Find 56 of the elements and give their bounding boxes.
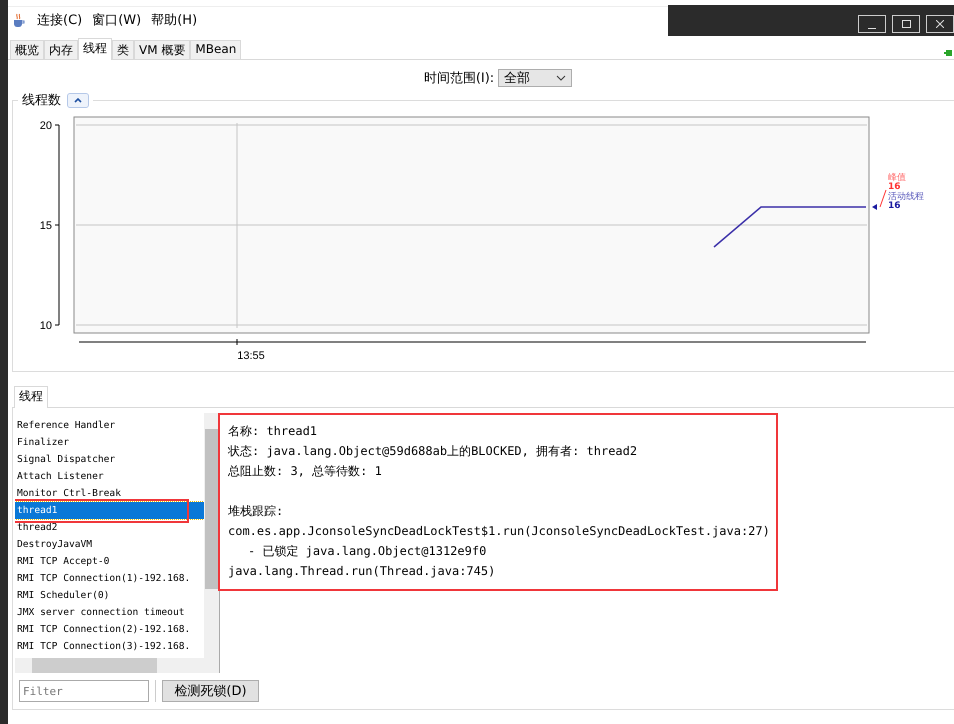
tab[interactable]: MBean xyxy=(190,40,242,59)
legend-label: 峰值 xyxy=(888,173,906,183)
tab[interactable]: 类 xyxy=(112,40,134,59)
x-tick-label: 13:55 xyxy=(237,350,265,362)
detail-line: 名称: thread1 xyxy=(228,423,318,440)
thread-list-item[interactable]: RMI Scheduler(0) xyxy=(15,587,204,604)
leader-line xyxy=(880,190,886,208)
thread-list-item[interactable]: RMI TCP Connection(1)-192.168. xyxy=(15,570,204,587)
marker-icon xyxy=(872,204,877,210)
menu-item[interactable]: 帮助(H) xyxy=(151,11,198,29)
menu-item[interactable]: 窗口(W) xyxy=(92,11,142,29)
detail-line: 总阻止数: 3, 总等待数: 1 xyxy=(228,463,383,480)
thread-list-item[interactable]: Signal Dispatcher xyxy=(15,451,204,468)
y-tick-label: 20 xyxy=(40,120,52,132)
y-tick-label: 10 xyxy=(40,320,52,332)
thread-list-item[interactable]: DestroyJavaVM xyxy=(15,536,204,553)
detect-deadlock-button[interactable]: 检测死锁(D) xyxy=(162,680,259,702)
tab[interactable]: 线程 xyxy=(78,38,112,60)
tab[interactable]: VM 概要 xyxy=(134,40,190,59)
stack-frame: java.lang.Thread.run(Thread.java:745) xyxy=(228,561,946,581)
legend-value: 16 xyxy=(888,182,901,192)
collapse-button[interactable] xyxy=(67,92,89,108)
thread-list-item[interactable]: Attach Listener xyxy=(15,468,204,485)
vertical-scrollbar[interactable] xyxy=(204,413,219,658)
thread-list-item[interactable]: JMX server connection timeout xyxy=(15,604,204,621)
thread-list-item[interactable]: RMI TCP Connection(2)-192.168. xyxy=(15,621,204,638)
stack-trace-title: 堆栈跟踪: xyxy=(228,503,284,520)
y-tick-label: 15 xyxy=(40,220,52,232)
thread-list-item[interactable]: Monitor Ctrl-Break xyxy=(15,485,204,502)
tab[interactable]: 概览 xyxy=(10,40,44,59)
horizontal-scrollbar[interactable] xyxy=(15,658,219,673)
tab[interactable]: 内存 xyxy=(44,40,78,59)
time-range-label: 时间范围(I): xyxy=(424,70,494,87)
restore-icon[interactable] xyxy=(892,15,920,33)
thread-list-item[interactable]: thread2 xyxy=(15,519,204,536)
menu-item[interactable]: 连接(C) xyxy=(37,11,82,29)
chevron-down-icon xyxy=(556,75,566,81)
thread-list-item[interactable]: Reference Handler xyxy=(15,417,204,434)
chevron-up-icon xyxy=(74,97,82,103)
thread-list-item[interactable]: thread1 xyxy=(15,502,204,519)
filter-field[interactable]: Filter xyxy=(19,680,149,702)
panel-title: 线程数 xyxy=(22,92,61,109)
legend-label: 活动线程 xyxy=(888,192,924,202)
tab[interactable]: 线程 xyxy=(14,386,48,408)
plug-icon xyxy=(944,47,954,59)
thread-list-item[interactable]: RMI TCP Connection(3)-192.168. xyxy=(15,638,204,655)
minimize-icon[interactable] xyxy=(858,15,886,33)
time-range-dropdown[interactable]: 全部 xyxy=(498,69,572,87)
coffee-cup-icon xyxy=(11,12,27,28)
thread-list-item[interactable]: RMI TCP Accept-0 xyxy=(15,553,204,570)
close-icon[interactable] xyxy=(926,15,954,33)
detail-line: 状态: java.lang.Object@59d688ab上的BLOCKED, 拥有者: thread2 xyxy=(228,443,638,460)
thread-list-item[interactable]: Finalizer xyxy=(15,434,204,451)
stack-frame: - 已锁定 java.lang.Object@1312e9f0 xyxy=(228,541,946,561)
stack-frame: com.es.app.JconsoleSyncDeadLockTest$1.run(JconsoleSyncDeadLockTest.java:27) xyxy=(228,521,946,541)
legend-value: 16 xyxy=(888,201,901,211)
